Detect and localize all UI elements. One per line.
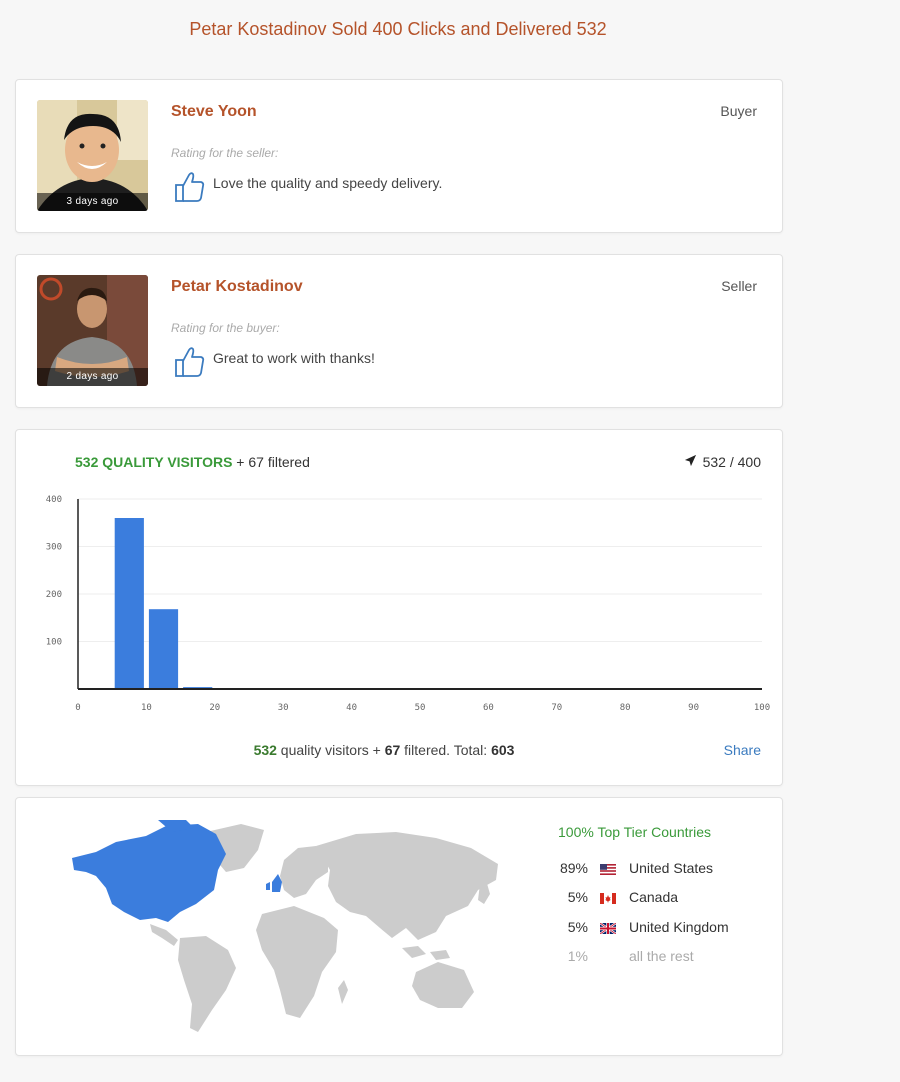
chart-x-tick-label: 10 [141, 703, 152, 713]
country-pct: 89% [559, 860, 588, 876]
ca-flag-icon [600, 891, 616, 904]
summary-filtered-text: filtered. Total: [400, 742, 492, 758]
chart-x-tick-label: 50 [415, 703, 426, 713]
chart-summary: 532 quality visitors + 67 filtered. Tota… [16, 742, 752, 758]
country-name: all the rest [629, 948, 694, 964]
chart-x-tick-label: 0 [75, 703, 80, 713]
summary-filtered-count: 67 [384, 742, 401, 758]
country-row-rest: 1% all the rest [536, 948, 776, 968]
country-row-ca: 5% Canada [536, 889, 776, 909]
visitors-bar-chart: 100 200 300 400 0 10 20 30 40 50 60 70 80 90 100 [46, 495, 770, 713]
review-text: Great to work with thanks! [213, 350, 375, 366]
chart-bar [114, 518, 144, 689]
country-pct: 5% [567, 889, 588, 905]
chart-x-tick-label: 60 [483, 703, 494, 713]
page-title: Petar Kostadinov Sold 400 Clicks and Del… [189, 19, 607, 39]
review-card-buyer: 3 days ago Steve Yoon Buyer Rating for t… [15, 79, 783, 233]
role-badge: Seller [721, 278, 757, 294]
summary-total: 603 [491, 742, 515, 758]
chart-y-tick-label: 300 [46, 543, 62, 553]
chart-bar [148, 609, 179, 689]
chart-x-tick-label: 100 [754, 703, 770, 713]
chart-y-tick-label: 400 [46, 495, 62, 505]
summary-quality-count: 532 [253, 742, 277, 758]
review-time: 3 days ago [37, 193, 148, 211]
thumbs-up-icon [174, 170, 206, 204]
country-pct: 5% [567, 919, 588, 935]
country-row-gb: 5% United Kingdom [536, 919, 776, 939]
summary-quality-text: quality visitors + [276, 742, 385, 758]
countries-card: 100% Top Tier Countries 89% United State… [15, 797, 783, 1056]
country-pct: 1% [567, 948, 588, 964]
role-badge: Buyer [720, 103, 757, 119]
review-text: Love the quality and speedy delivery. [213, 175, 443, 191]
tier-title: 100% Top Tier Countries [558, 824, 712, 840]
review-card-seller: 2 days ago Petar Kostadinov Seller Ratin… [15, 254, 783, 408]
avatar[interactable]: 2 days ago [37, 275, 148, 386]
chart-x-tick-label: 20 [209, 703, 220, 713]
thumbs-up-icon [174, 345, 206, 379]
world-map [72, 820, 498, 1032]
rating-label: Rating for the seller: [171, 146, 279, 160]
chart-x-tick-label: 80 [620, 703, 631, 713]
chart-y-tick-label: 100 [46, 638, 62, 648]
share-link[interactable]: Share [724, 742, 761, 758]
us-flag-icon [600, 862, 616, 875]
gb-flag-icon [599, 921, 617, 935]
country-name: United Kingdom [629, 919, 729, 935]
avatar[interactable]: 3 days ago [37, 100, 148, 211]
review-time: 2 days ago [37, 368, 148, 386]
reviewer-name[interactable]: Petar Kostadinov [171, 278, 303, 296]
country-row-us: 89% United States [536, 860, 776, 880]
country-name: United States [629, 860, 714, 876]
chart-x-tick-label: 30 [278, 703, 289, 713]
country-name: Canada [629, 889, 679, 905]
chart-y-tick-label: 200 [46, 590, 62, 600]
reviewer-name[interactable]: Steve Yoon [171, 103, 257, 121]
chart-x-tick-label: 70 [551, 703, 562, 713]
rating-label: Rating for the buyer: [171, 321, 280, 335]
chart-x-tick-label: 40 [346, 703, 357, 713]
visitors-chart-card: 532 QUALITY VISITORS + 67 filtered 532 /… [15, 429, 783, 786]
chart-x-tick-label: 90 [688, 703, 699, 713]
